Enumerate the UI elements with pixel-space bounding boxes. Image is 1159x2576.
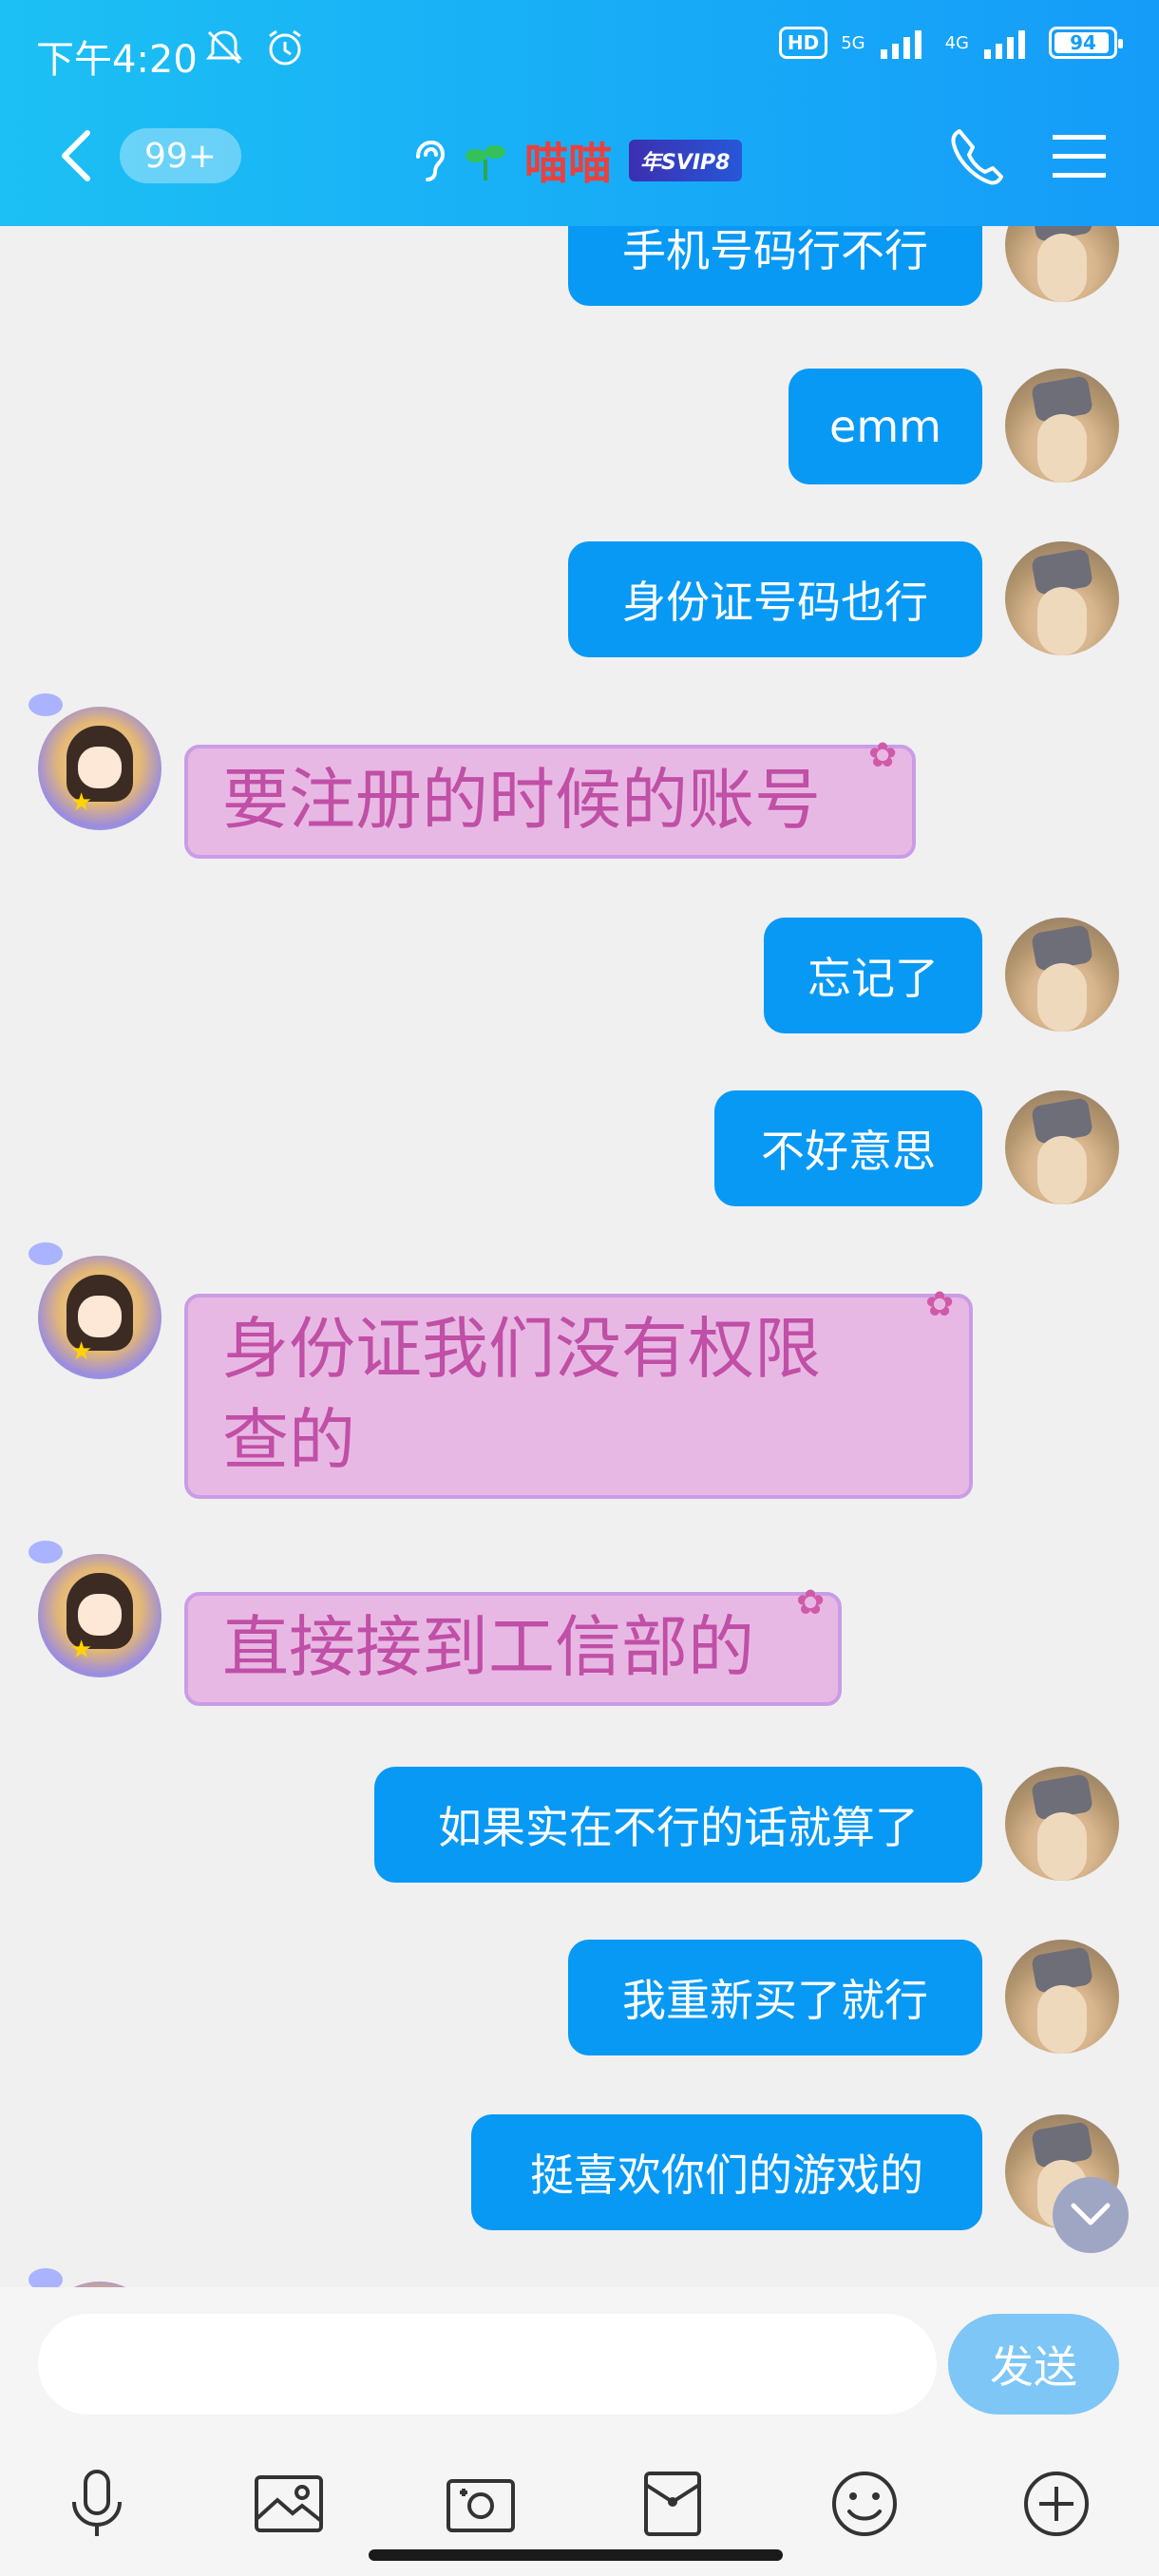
avatar[interactable]: ★ bbox=[28, 1242, 169, 1383]
outgoing-bubble[interactable]: 我重新买了就行 bbox=[568, 1940, 982, 2055]
incoming-text: 要注册的时候的账号 bbox=[222, 761, 821, 839]
incoming-text-line: 身份证我们没有权限 bbox=[222, 1310, 821, 1388]
avatar[interactable]: ★ bbox=[28, 1541, 169, 1681]
avatar[interactable] bbox=[1005, 1090, 1119, 1204]
network-4g: 4G bbox=[944, 32, 969, 53]
message-list[interactable]: 手机号码行不行 emm 身份证号码也行 ★ ✿ 要注册的时候的账号 忘记了 不好… bbox=[0, 226, 1159, 2287]
microphone-icon[interactable] bbox=[57, 2464, 137, 2544]
outgoing-bubble[interactable]: 挺喜欢你们的游戏的 bbox=[471, 2114, 982, 2230]
message-outgoing[interactable]: 我重新买了就行 bbox=[568, 1940, 982, 2055]
avatar[interactable] bbox=[1005, 226, 1119, 302]
message-outgoing[interactable]: 挺喜欢你们的游戏的 bbox=[471, 2114, 982, 2230]
phone-icon[interactable] bbox=[946, 125, 1009, 188]
bubble-decoration-icon: ✿ bbox=[796, 1583, 826, 1622]
status-time: 下午4:20 bbox=[36, 38, 198, 82]
message-input[interactable] bbox=[38, 2314, 937, 2415]
back-arrow-icon[interactable] bbox=[57, 127, 95, 184]
outgoing-bubble[interactable]: 忘记了 bbox=[764, 918, 982, 1033]
chat-header: 下午4:20 HD 5G 4G 94 99+ 喵喵 年SVIP8 bbox=[0, 0, 1159, 226]
message-outgoing[interactable]: 忘记了 bbox=[764, 918, 982, 1033]
message-outgoing[interactable]: 不好意思 bbox=[714, 1090, 982, 1206]
scroll-to-bottom-button[interactable] bbox=[1053, 2177, 1129, 2253]
incoming-bubble[interactable]: ✿ 要注册的时候的账号 bbox=[184, 736, 916, 859]
signal-icon bbox=[984, 30, 1025, 59]
image-icon[interactable] bbox=[249, 2464, 329, 2544]
network-5g: 5G bbox=[841, 32, 865, 53]
camera-icon[interactable] bbox=[441, 2464, 521, 2544]
incoming-bubble[interactable]: ✿ 直接接到工信部的 bbox=[184, 1583, 842, 1706]
title-group[interactable]: 喵喵 年SVIP8 bbox=[408, 129, 742, 192]
svip-badge: 年SVIP8 bbox=[629, 140, 742, 181]
message-outgoing[interactable]: 如果实在不行的话就算了 bbox=[374, 1767, 982, 1883]
chat-title: 喵喵 bbox=[524, 138, 612, 189]
incoming-bubble[interactable]: ✿ 身份证我们没有权限 查的 bbox=[184, 1285, 973, 1499]
avatar[interactable] bbox=[1005, 918, 1119, 1032]
avatar[interactable] bbox=[1005, 1940, 1119, 2054]
status-right: HD 5G 4G 94 bbox=[778, 27, 1123, 59]
incoming-text: 直接接到工信部的 bbox=[222, 1608, 754, 1686]
status-icons bbox=[201, 25, 308, 70]
outgoing-bubble[interactable]: 不好意思 bbox=[714, 1090, 982, 1206]
ear-icon bbox=[416, 140, 446, 181]
emoji-icon[interactable] bbox=[825, 2464, 904, 2544]
alarm-icon bbox=[269, 29, 301, 66]
avatar[interactable] bbox=[28, 2268, 169, 2287]
avatar[interactable] bbox=[1005, 369, 1119, 483]
battery-icon: 94 bbox=[1049, 27, 1123, 59]
plus-icon[interactable] bbox=[1016, 2464, 1096, 2544]
chevron-down-icon bbox=[1071, 2203, 1111, 2226]
signal-icon bbox=[880, 30, 922, 59]
mute-icon bbox=[205, 30, 243, 65]
incoming-text-line: 查的 bbox=[222, 1401, 355, 1479]
bubble-decoration-icon: ✿ bbox=[925, 1285, 955, 1324]
input-toolbar bbox=[0, 2464, 1159, 2559]
unread-count-badge[interactable]: 99+ bbox=[120, 128, 241, 183]
input-area: 发送 bbox=[0, 2287, 1159, 2576]
avatar[interactable]: ★ bbox=[28, 693, 169, 834]
avatar[interactable] bbox=[1005, 541, 1119, 655]
outgoing-bubble[interactable]: emm bbox=[788, 369, 982, 484]
message-outgoing[interactable]: 身份证号码也行 bbox=[568, 541, 982, 657]
hd-badge: HD bbox=[778, 27, 828, 59]
message-outgoing[interactable]: emm bbox=[788, 369, 982, 484]
send-button[interactable]: 发送 bbox=[948, 2314, 1119, 2415]
message-outgoing[interactable]: 手机号码行不行 bbox=[568, 226, 982, 306]
outgoing-bubble[interactable]: 如果实在不行的话就算了 bbox=[374, 1767, 982, 1883]
menu-icon[interactable] bbox=[1051, 131, 1108, 180]
sprout-icon bbox=[466, 145, 505, 180]
outgoing-bubble[interactable]: 身份证号码也行 bbox=[568, 541, 982, 657]
avatar[interactable] bbox=[1005, 1767, 1119, 1881]
bubble-decoration-icon: ✿ bbox=[868, 736, 898, 775]
outgoing-bubble[interactable]: 手机号码行不行 bbox=[568, 226, 982, 306]
red-packet-icon[interactable] bbox=[633, 2464, 712, 2544]
home-indicator[interactable] bbox=[369, 2549, 783, 2561]
